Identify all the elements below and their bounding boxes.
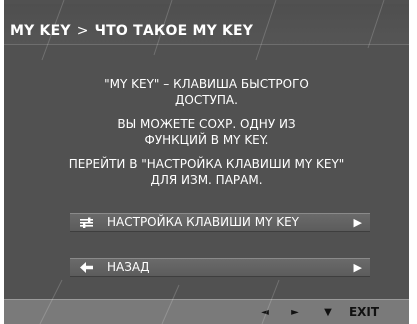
arrow-right-icon: ▶ bbox=[353, 216, 362, 229]
breadcrumb-separator: > bbox=[76, 23, 89, 39]
osd-window: MY KEY > ЧТО ТАКОЕ MY KEY "MY KEY" – КЛАВИ… bbox=[4, 0, 409, 324]
description-paragraph-1: "MY KEY" – КЛАВИША БЫСТРОГО ДОСТУПА. bbox=[4, 76, 409, 108]
down-button[interactable]: ▼ bbox=[320, 300, 336, 324]
breadcrumb-page: ЧТО ТАКОЕ MY KEY bbox=[94, 23, 254, 39]
menu-item-label: НАЗАД bbox=[107, 260, 150, 274]
description-line-3: ВЫ МОЖЕТЕ СОХР. ОДНУ ИЗ bbox=[117, 117, 296, 131]
menu-item-label: НАСТРОЙКА КЛАВИШИ MY KEY bbox=[107, 215, 300, 229]
menu-item-back[interactable]: НАЗАД ▶ bbox=[70, 258, 370, 277]
menu-item-my-key-settings[interactable]: НАСТРОЙКА КЛАВИШИ MY KEY ▶ bbox=[70, 213, 370, 232]
back-arrow-icon bbox=[78, 259, 96, 276]
settings-sliders-icon bbox=[78, 214, 96, 231]
description-line-1: "MY KEY" – КЛАВИША БЫСТРОГО bbox=[104, 77, 309, 91]
breadcrumb-section: MY KEY bbox=[10, 23, 71, 39]
description-line-6: ДЛЯ ИЗМ. ПАРАМ. bbox=[150, 173, 263, 187]
description-text: "MY KEY" – КЛАВИША БЫСТРОГО ДОСТУПА. ВЫ … bbox=[4, 76, 409, 196]
left-button[interactable]: ◄ bbox=[257, 300, 273, 324]
description-line-5: ПЕРЕЙТИ В "НАСТРОЙКА КЛАВИШИ MY KEY" bbox=[68, 157, 345, 171]
arrow-right-icon: ▶ bbox=[353, 261, 362, 274]
button-guide-bar: ◄ ► ▼ EXIT bbox=[4, 299, 409, 324]
description-paragraph-2: ВЫ МОЖЕТЕ СОХР. ОДНУ ИЗ ФУНКЦИЙ В MY KEY… bbox=[4, 116, 409, 148]
right-button[interactable]: ► bbox=[287, 300, 303, 324]
exit-button[interactable]: EXIT bbox=[346, 300, 382, 324]
title-bar: MY KEY > ЧТО ТАКОЕ MY KEY bbox=[4, 4, 409, 45]
page-title: MY KEY > ЧТО ТАКОЕ MY KEY bbox=[10, 23, 253, 39]
description-line-2: ДОСТУПА. bbox=[175, 93, 238, 107]
description-line-4: ФУНКЦИЙ В MY KEY. bbox=[144, 133, 269, 147]
description-paragraph-3: ПЕРЕЙТИ В "НАСТРОЙКА КЛАВИШИ MY KEY" ДЛЯ… bbox=[4, 156, 409, 188]
